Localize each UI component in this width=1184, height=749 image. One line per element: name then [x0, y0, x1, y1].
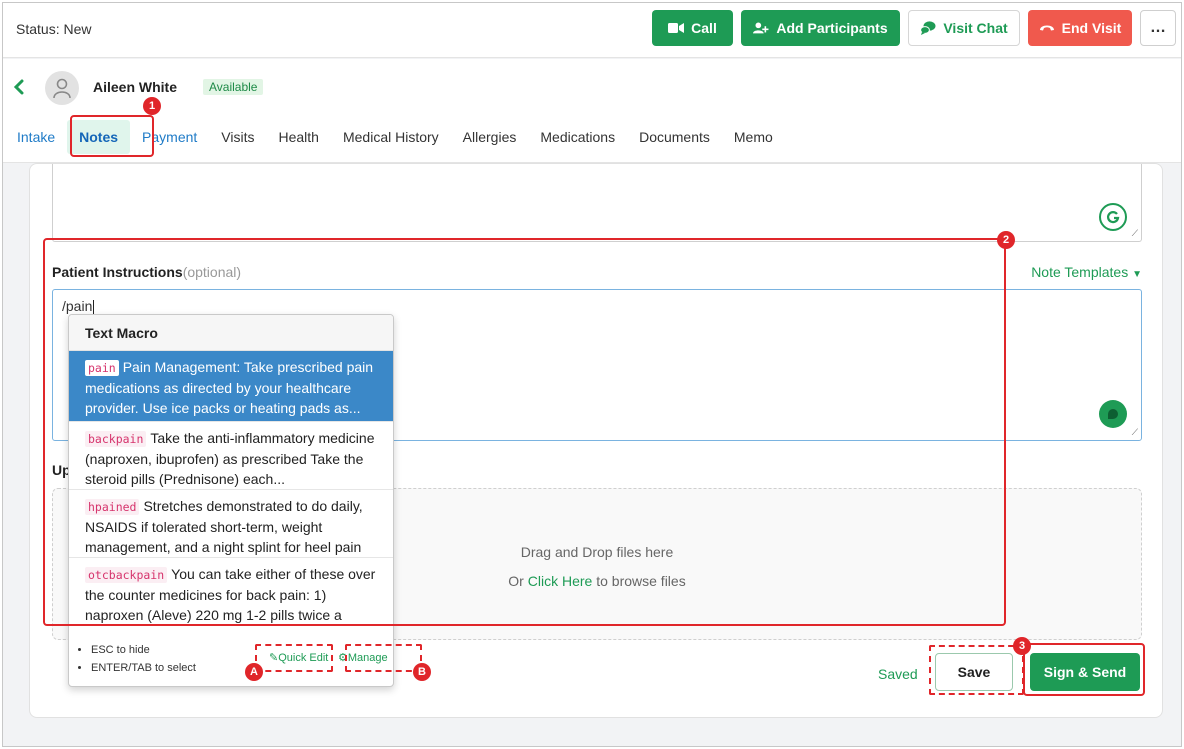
add-participants-button[interactable]: Add Participants: [741, 10, 900, 46]
tab-documents[interactable]: Documents: [627, 120, 722, 154]
end-visit-button[interactable]: End Visit: [1028, 10, 1132, 46]
tab-memo[interactable]: Memo: [722, 120, 785, 154]
ellipsis-icon: …: [1150, 19, 1166, 36]
saved-indicator: Saved: [878, 666, 918, 682]
patient-name: Aileen White: [93, 79, 178, 95]
annotation-box-1: [70, 115, 154, 157]
tab-allergies[interactable]: Allergies: [451, 120, 529, 154]
status-badge: Available: [203, 79, 264, 95]
annotation-badge-1: 1: [143, 97, 161, 115]
annotation-badge-2: 2: [997, 231, 1015, 249]
tab-health[interactable]: Health: [267, 120, 331, 154]
chat-bubbles-icon: [920, 20, 936, 36]
annotation-badge-3: 3: [1013, 637, 1031, 655]
visit-status: Status: New: [16, 21, 92, 37]
caret-down-icon: ▼: [1132, 269, 1142, 280]
app-window: Status: New Call Add Participants Visit …: [2, 2, 1182, 747]
video-camera-icon: [668, 20, 685, 36]
annotation-dash-manage: [345, 644, 422, 672]
previous-note-field[interactable]: ⟋: [52, 164, 1142, 242]
note-templates-dropdown[interactable]: Note Templates ▼: [1031, 264, 1142, 280]
back-chevron-icon[interactable]: [13, 79, 25, 98]
tab-intake[interactable]: Intake: [15, 120, 67, 154]
tab-visits[interactable]: Visits: [209, 120, 266, 154]
annotation-dash-save: [929, 645, 1024, 695]
grammarly-icon[interactable]: [1099, 400, 1127, 428]
patient-header: Aileen White Available Intake Notes Paym…: [3, 59, 1181, 163]
annotation-box-2: [43, 238, 1006, 626]
add-user-icon: [753, 20, 769, 36]
more-options-button[interactable]: …: [1140, 10, 1176, 46]
user-icon: [53, 78, 71, 99]
annotation-badge-b: B: [413, 663, 431, 681]
annotation-dash-quick-edit: [255, 644, 333, 672]
avatar: [45, 71, 79, 105]
visit-chat-button[interactable]: Visit Chat: [908, 10, 1020, 46]
resize-handle-icon[interactable]: ⟋: [1132, 427, 1138, 438]
hang-up-phone-icon: [1039, 20, 1055, 36]
annotation-box-3: [1023, 643, 1145, 696]
call-button[interactable]: Call: [652, 10, 733, 46]
visit-toolbar: Status: New Call Add Participants Visit …: [3, 3, 1181, 58]
resize-handle-icon[interactable]: ⟋: [1132, 228, 1138, 239]
grammarly-icon[interactable]: [1099, 203, 1127, 231]
annotation-badge-a: A: [245, 663, 263, 681]
tab-medications[interactable]: Medications: [528, 120, 627, 154]
tab-medical-history[interactable]: Medical History: [331, 120, 451, 154]
